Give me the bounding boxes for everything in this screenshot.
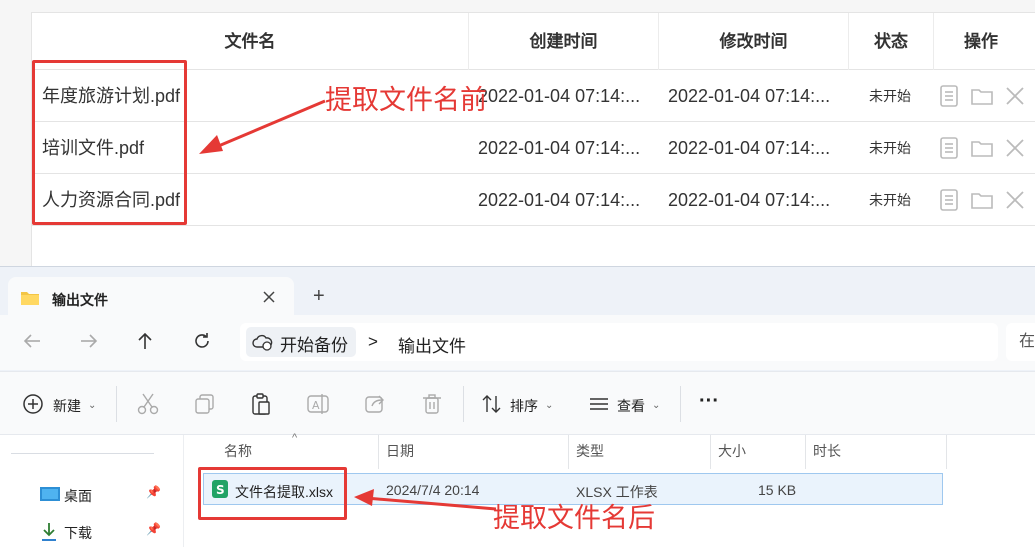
pin-icon: 📌	[146, 522, 161, 536]
view-label: 查看	[617, 398, 645, 414]
svg-text:A: A	[312, 399, 320, 412]
column-divider	[568, 435, 569, 469]
pin-icon: 📌	[146, 485, 161, 499]
file-list-panel: 文件名 创建时间 修改时间 状态 操作 年度旅游计划.pdf 2022-01-0…	[0, 0, 1035, 268]
share-icon[interactable]	[363, 392, 387, 416]
chevron-down-icon: ⌄	[545, 400, 554, 411]
up-arrow-icon[interactable]	[135, 331, 155, 351]
folder-icon[interactable]	[970, 136, 994, 160]
new-label: 新建	[53, 398, 81, 414]
sidebar-item-downloads[interactable]: 下载 📌	[40, 522, 161, 542]
copy-icon[interactable]	[193, 392, 217, 416]
tab-output-folder[interactable]: 输出文件	[8, 277, 294, 319]
tab-title: 输出文件	[52, 292, 108, 308]
sort-button[interactable]: 排序 ⌄	[481, 372, 561, 436]
breadcrumb-root: 开始备份	[280, 336, 348, 355]
created-time: 2022-01-04 07:14:...	[478, 86, 641, 106]
column-date[interactable]: 日期	[386, 441, 414, 461]
breadcrumb[interactable]: 开始备份 > 输出文件	[240, 323, 998, 361]
file-size: 15 KB	[758, 482, 797, 498]
folder-icon[interactable]	[970, 188, 994, 212]
sidebar-divider	[11, 453, 154, 454]
view-list-icon	[590, 398, 608, 410]
close-icon[interactable]	[262, 290, 276, 304]
column-divider	[946, 435, 947, 469]
desktop-icon	[40, 487, 60, 501]
file-explorer-window: 输出文件 + 开始备份 > 输出文件 在 新建 ⌄ A 排序 ⌄ 查看 ⌄ ··…	[0, 266, 1035, 547]
column-duration[interactable]: 时长	[813, 441, 841, 461]
close-icon[interactable]	[1004, 84, 1026, 108]
rename-icon[interactable]: A	[306, 392, 330, 416]
back-arrow-icon[interactable]	[22, 331, 42, 351]
sidebar-item-desktop[interactable]: 桌面 📌	[40, 485, 161, 505]
annotation-arrow-icon	[354, 489, 497, 511]
folder-icon[interactable]	[970, 84, 994, 108]
document-icon[interactable]	[938, 136, 960, 160]
highlight-box-filenames	[32, 60, 187, 225]
more-options-button[interactable]: ···	[699, 390, 719, 413]
column-size[interactable]: 大小	[718, 441, 746, 461]
created-time: 2022-01-04 07:14:...	[478, 190, 641, 210]
annotation-after: 提取文件名后	[493, 503, 655, 533]
toolbar-divider	[680, 386, 681, 422]
breadcrumb-current[interactable]: 输出文件	[398, 332, 466, 357]
sidebar-item-label: 桌面	[64, 488, 92, 504]
status-text: 未开始	[869, 192, 911, 208]
breadcrumb-root-chip[interactable]: 开始备份	[246, 327, 356, 357]
sort-ascending-icon: ^	[292, 432, 298, 444]
address-bar: 开始备份 > 输出文件 在	[0, 315, 1035, 370]
created-time: 2022-01-04 07:14:...	[478, 138, 641, 158]
sort-label: 排序	[510, 398, 538, 414]
header-modified: 修改时间	[658, 13, 848, 70]
header-created: 创建时间	[468, 13, 658, 70]
refresh-icon[interactable]	[192, 331, 212, 351]
forward-arrow-icon[interactable]	[79, 331, 99, 351]
plus-circle-icon	[23, 394, 43, 414]
column-divider	[378, 435, 379, 469]
view-button[interactable]: 查看 ⌄	[588, 372, 668, 436]
status-text: 未开始	[869, 140, 911, 156]
document-icon[interactable]	[938, 84, 960, 108]
modified-time: 2022-01-04 07:14:...	[668, 138, 831, 158]
delete-icon[interactable]	[420, 392, 444, 416]
search-input[interactable]: 在	[1006, 323, 1035, 361]
column-divider	[710, 435, 711, 469]
header-actions: 操作	[933, 13, 1028, 70]
annotation-arrow-icon	[199, 99, 326, 154]
column-divider	[805, 435, 806, 469]
download-icon	[42, 523, 56, 541]
sidebar-item-label: 下载	[64, 525, 92, 541]
status-text: 未开始	[869, 88, 911, 104]
breadcrumb-separator: >	[368, 332, 378, 351]
column-name[interactable]: 名称	[224, 441, 252, 461]
document-icon[interactable]	[938, 188, 960, 212]
modified-time: 2022-01-04 07:14:...	[668, 86, 831, 106]
header-status: 状态	[848, 13, 933, 70]
cloud-backup-icon	[252, 334, 273, 351]
column-type[interactable]: 类型	[576, 441, 604, 461]
cut-icon[interactable]	[136, 392, 160, 416]
close-icon[interactable]	[1004, 188, 1026, 212]
highlight-box-output-file	[198, 467, 347, 520]
screenshot-root: 文件名 创建时间 修改时间 状态 操作 年度旅游计划.pdf 2022-01-0…	[0, 0, 1035, 547]
new-tab-button[interactable]: +	[313, 285, 325, 308]
navigation-pane: 桌面 📌 下载 📌	[0, 435, 184, 547]
toolbar-divider	[463, 386, 464, 422]
annotation-before: 提取文件名前	[325, 85, 487, 115]
chevron-down-icon: ⌄	[652, 400, 661, 411]
chevron-down-icon: ⌄	[88, 400, 97, 411]
explorer-toolbar: 新建 ⌄ A 排序 ⌄ 查看 ⌄ ···	[0, 371, 1035, 435]
new-button[interactable]: 新建 ⌄	[22, 372, 102, 436]
toolbar-divider	[116, 386, 117, 422]
folder-icon	[21, 292, 39, 305]
modified-time: 2022-01-04 07:14:...	[668, 190, 831, 210]
paste-icon[interactable]	[249, 392, 273, 416]
close-icon[interactable]	[1004, 136, 1026, 160]
sort-icon	[482, 395, 501, 413]
